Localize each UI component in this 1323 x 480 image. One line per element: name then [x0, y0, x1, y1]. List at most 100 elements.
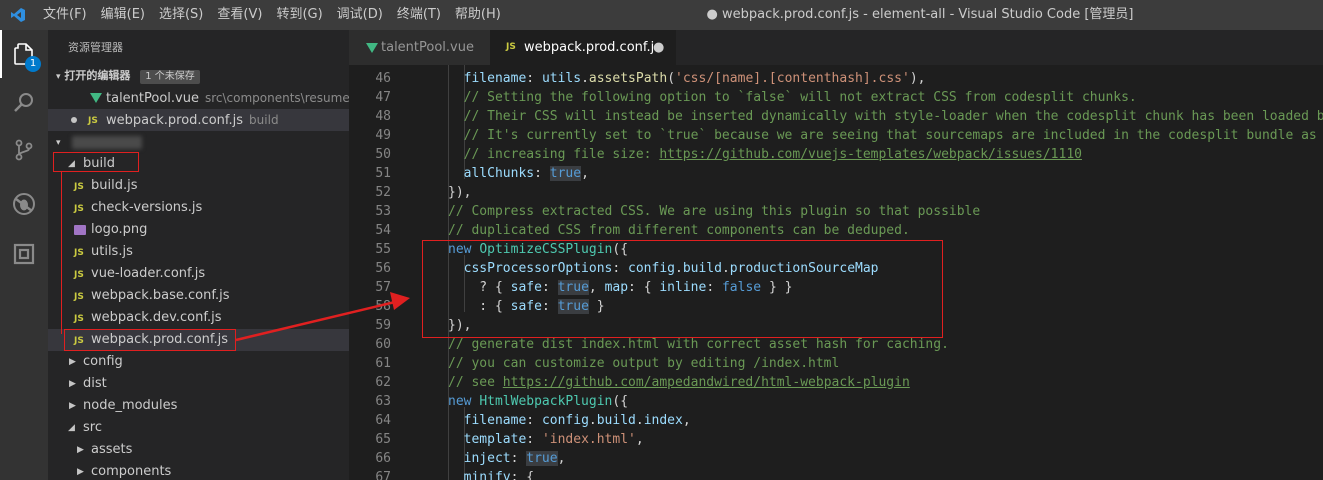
- search-icon[interactable]: [0, 78, 48, 126]
- menu-item[interactable]: 终端(T): [390, 0, 448, 30]
- project-folder-header[interactable]: ▾: [48, 131, 349, 153]
- menu-item[interactable]: 帮助(H): [448, 0, 508, 30]
- file-label: webpack.dev.conf.js: [91, 310, 222, 325]
- menu-bar: 文件(F) 编辑(E) 选择(S) 查看(V) 转到(G) 调试(D) 终端(T) 帮助(H): [36, 0, 508, 30]
- code-line[interactable]: filename: utils.assetsPath('css/[name].[…: [448, 69, 926, 88]
- code-line[interactable]: }),: [448, 183, 471, 202]
- js-file-icon: JS: [74, 314, 84, 324]
- line-number: 62: [375, 375, 391, 390]
- line-number: 50: [375, 147, 391, 162]
- folder-label: src: [83, 420, 102, 435]
- vscode-logo-icon: [0, 0, 36, 30]
- files-icon[interactable]: 1: [0, 30, 48, 78]
- open-editor-item[interactable]: JS webpack.prod.conf.js build: [48, 109, 349, 131]
- tree-file[interactable]: JS webpack.dev.conf.js: [48, 307, 349, 329]
- tree-file[interactable]: logo.png: [48, 219, 349, 241]
- open-editor-path: src\components\resumedat...: [204, 91, 349, 105]
- annotation-box-prod-conf: [64, 329, 236, 351]
- open-editor-name: webpack.prod.conf.js: [106, 113, 244, 128]
- menu-item[interactable]: 查看(V): [210, 0, 269, 30]
- code-line[interactable]: template: 'index.html',: [448, 430, 644, 449]
- line-number: 48: [375, 109, 391, 124]
- line-number: 53: [375, 204, 391, 219]
- tree-folder-node-modules[interactable]: ▶ node_modules: [48, 395, 349, 417]
- js-file-icon: JS: [74, 204, 84, 214]
- tree-file[interactable]: JS build.js: [48, 175, 349, 197]
- activity-bar: 1: [0, 30, 48, 480]
- code-line[interactable]: // see https://github.com/ampedandwired/…: [448, 373, 910, 392]
- tree-folder-dist[interactable]: ▶ dist: [48, 373, 349, 395]
- menu-item[interactable]: 转到(G): [269, 0, 329, 30]
- menu-item[interactable]: 编辑(E): [94, 0, 152, 30]
- code-line[interactable]: inject: true,: [448, 449, 565, 468]
- code-line[interactable]: new HtmlWebpackPlugin({: [448, 392, 628, 411]
- tree-file[interactable]: JS utils.js: [48, 241, 349, 263]
- title-bar: 文件(F) 编辑(E) 选择(S) 查看(V) 转到(G) 调试(D) 终端(T) 帮助(H)…: [0, 0, 1323, 30]
- line-number: 60: [375, 337, 391, 352]
- chevron-down-icon: ▾: [56, 72, 61, 82]
- code-line[interactable]: minify: {: [448, 468, 534, 480]
- tree-folder-assets[interactable]: ▶ assets: [48, 439, 349, 461]
- open-editor-item[interactable]: talentPool.vue src\components\resumedat..…: [48, 87, 349, 109]
- tab-talentpool-vue[interactable]: talentPool.vue: [349, 30, 490, 65]
- menu-item[interactable]: 调试(D): [330, 0, 390, 30]
- code-line[interactable]: // Compress extracted CSS. We are using …: [448, 202, 980, 221]
- code-line[interactable]: // Setting the following option to `fals…: [448, 88, 1137, 107]
- code-line[interactable]: // you can customize output by editing /…: [448, 354, 839, 373]
- unsaved-dot-icon[interactable]: ●: [653, 30, 664, 65]
- line-number: 57: [375, 280, 391, 295]
- image-file-icon: [74, 225, 86, 235]
- window-title: ● webpack.prod.conf.js - element-all - V…: [706, 7, 1134, 22]
- file-label: vue-loader.conf.js: [91, 266, 206, 281]
- menu-item[interactable]: 选择(S): [152, 0, 210, 30]
- redacted-folder-name: [72, 136, 142, 149]
- folder-label: config: [83, 354, 123, 369]
- tree-folder-src[interactable]: ◢ src: [48, 417, 349, 439]
- open-editors-header[interactable]: ▾ 打开的编辑器 1 个未保存: [48, 65, 349, 87]
- tree-file[interactable]: JS webpack.base.conf.js: [48, 285, 349, 307]
- source-control-icon[interactable]: [0, 126, 48, 174]
- code-line[interactable]: filename: config.build.index,: [448, 411, 691, 430]
- js-file-icon: JS: [74, 182, 84, 192]
- unsaved-count-badge: 1: [25, 56, 41, 72]
- debug-icon[interactable]: [0, 180, 48, 228]
- code-line[interactable]: // It's currently set to `true` because …: [448, 126, 1323, 145]
- vue-file-icon: [366, 43, 378, 53]
- unsaved-badge: 1 个未保存: [140, 70, 200, 84]
- line-number: 59: [375, 318, 391, 333]
- unsaved-dot-icon: [71, 117, 77, 123]
- tab-webpack-prod-conf[interactable]: JS webpack.prod.conf.js ●: [490, 30, 676, 65]
- file-label: webpack.base.conf.js: [91, 288, 230, 303]
- tree-file[interactable]: JS check-versions.js: [48, 197, 349, 219]
- code-line[interactable]: // increasing file size: https://github.…: [448, 145, 1082, 164]
- tab-label: webpack.prod.conf.js: [524, 40, 662, 55]
- line-number: 47: [375, 90, 391, 105]
- active-indicator: [0, 30, 2, 78]
- extensions-icon[interactable]: [0, 230, 48, 278]
- code-line[interactable]: // duplicated CSS from different compone…: [448, 221, 910, 240]
- line-number: 46: [375, 71, 391, 86]
- code-line[interactable]: // Their CSS will instead be inserted dy…: [448, 107, 1323, 126]
- chevron-right-icon: ▶: [77, 467, 84, 477]
- file-label: utils.js: [91, 244, 133, 259]
- code-line[interactable]: allChunks: true,: [448, 164, 589, 183]
- annotation-box-build-folder: [53, 152, 139, 172]
- tree-folder-config[interactable]: ▶ config: [48, 351, 349, 373]
- open-editors-label: 打开的编辑器: [64, 69, 131, 82]
- line-number: 56: [375, 261, 391, 276]
- line-number: 66: [375, 451, 391, 466]
- tree-folder-components[interactable]: ▶ components: [48, 461, 349, 480]
- folder-label: dist: [83, 376, 107, 391]
- line-number: 61: [375, 356, 391, 371]
- menu-item[interactable]: 文件(F): [36, 0, 94, 30]
- line-number: 52: [375, 185, 391, 200]
- chevron-down-icon: ▾: [56, 138, 61, 148]
- tree-file[interactable]: JS vue-loader.conf.js: [48, 263, 349, 285]
- line-number: 49: [375, 128, 391, 143]
- js-file-icon: JS: [74, 248, 84, 258]
- file-label: logo.png: [91, 222, 148, 237]
- js-file-icon: JS: [74, 292, 84, 302]
- line-number: 51: [375, 166, 391, 181]
- js-file-icon: JS: [88, 116, 98, 126]
- line-number: 58: [375, 299, 391, 314]
